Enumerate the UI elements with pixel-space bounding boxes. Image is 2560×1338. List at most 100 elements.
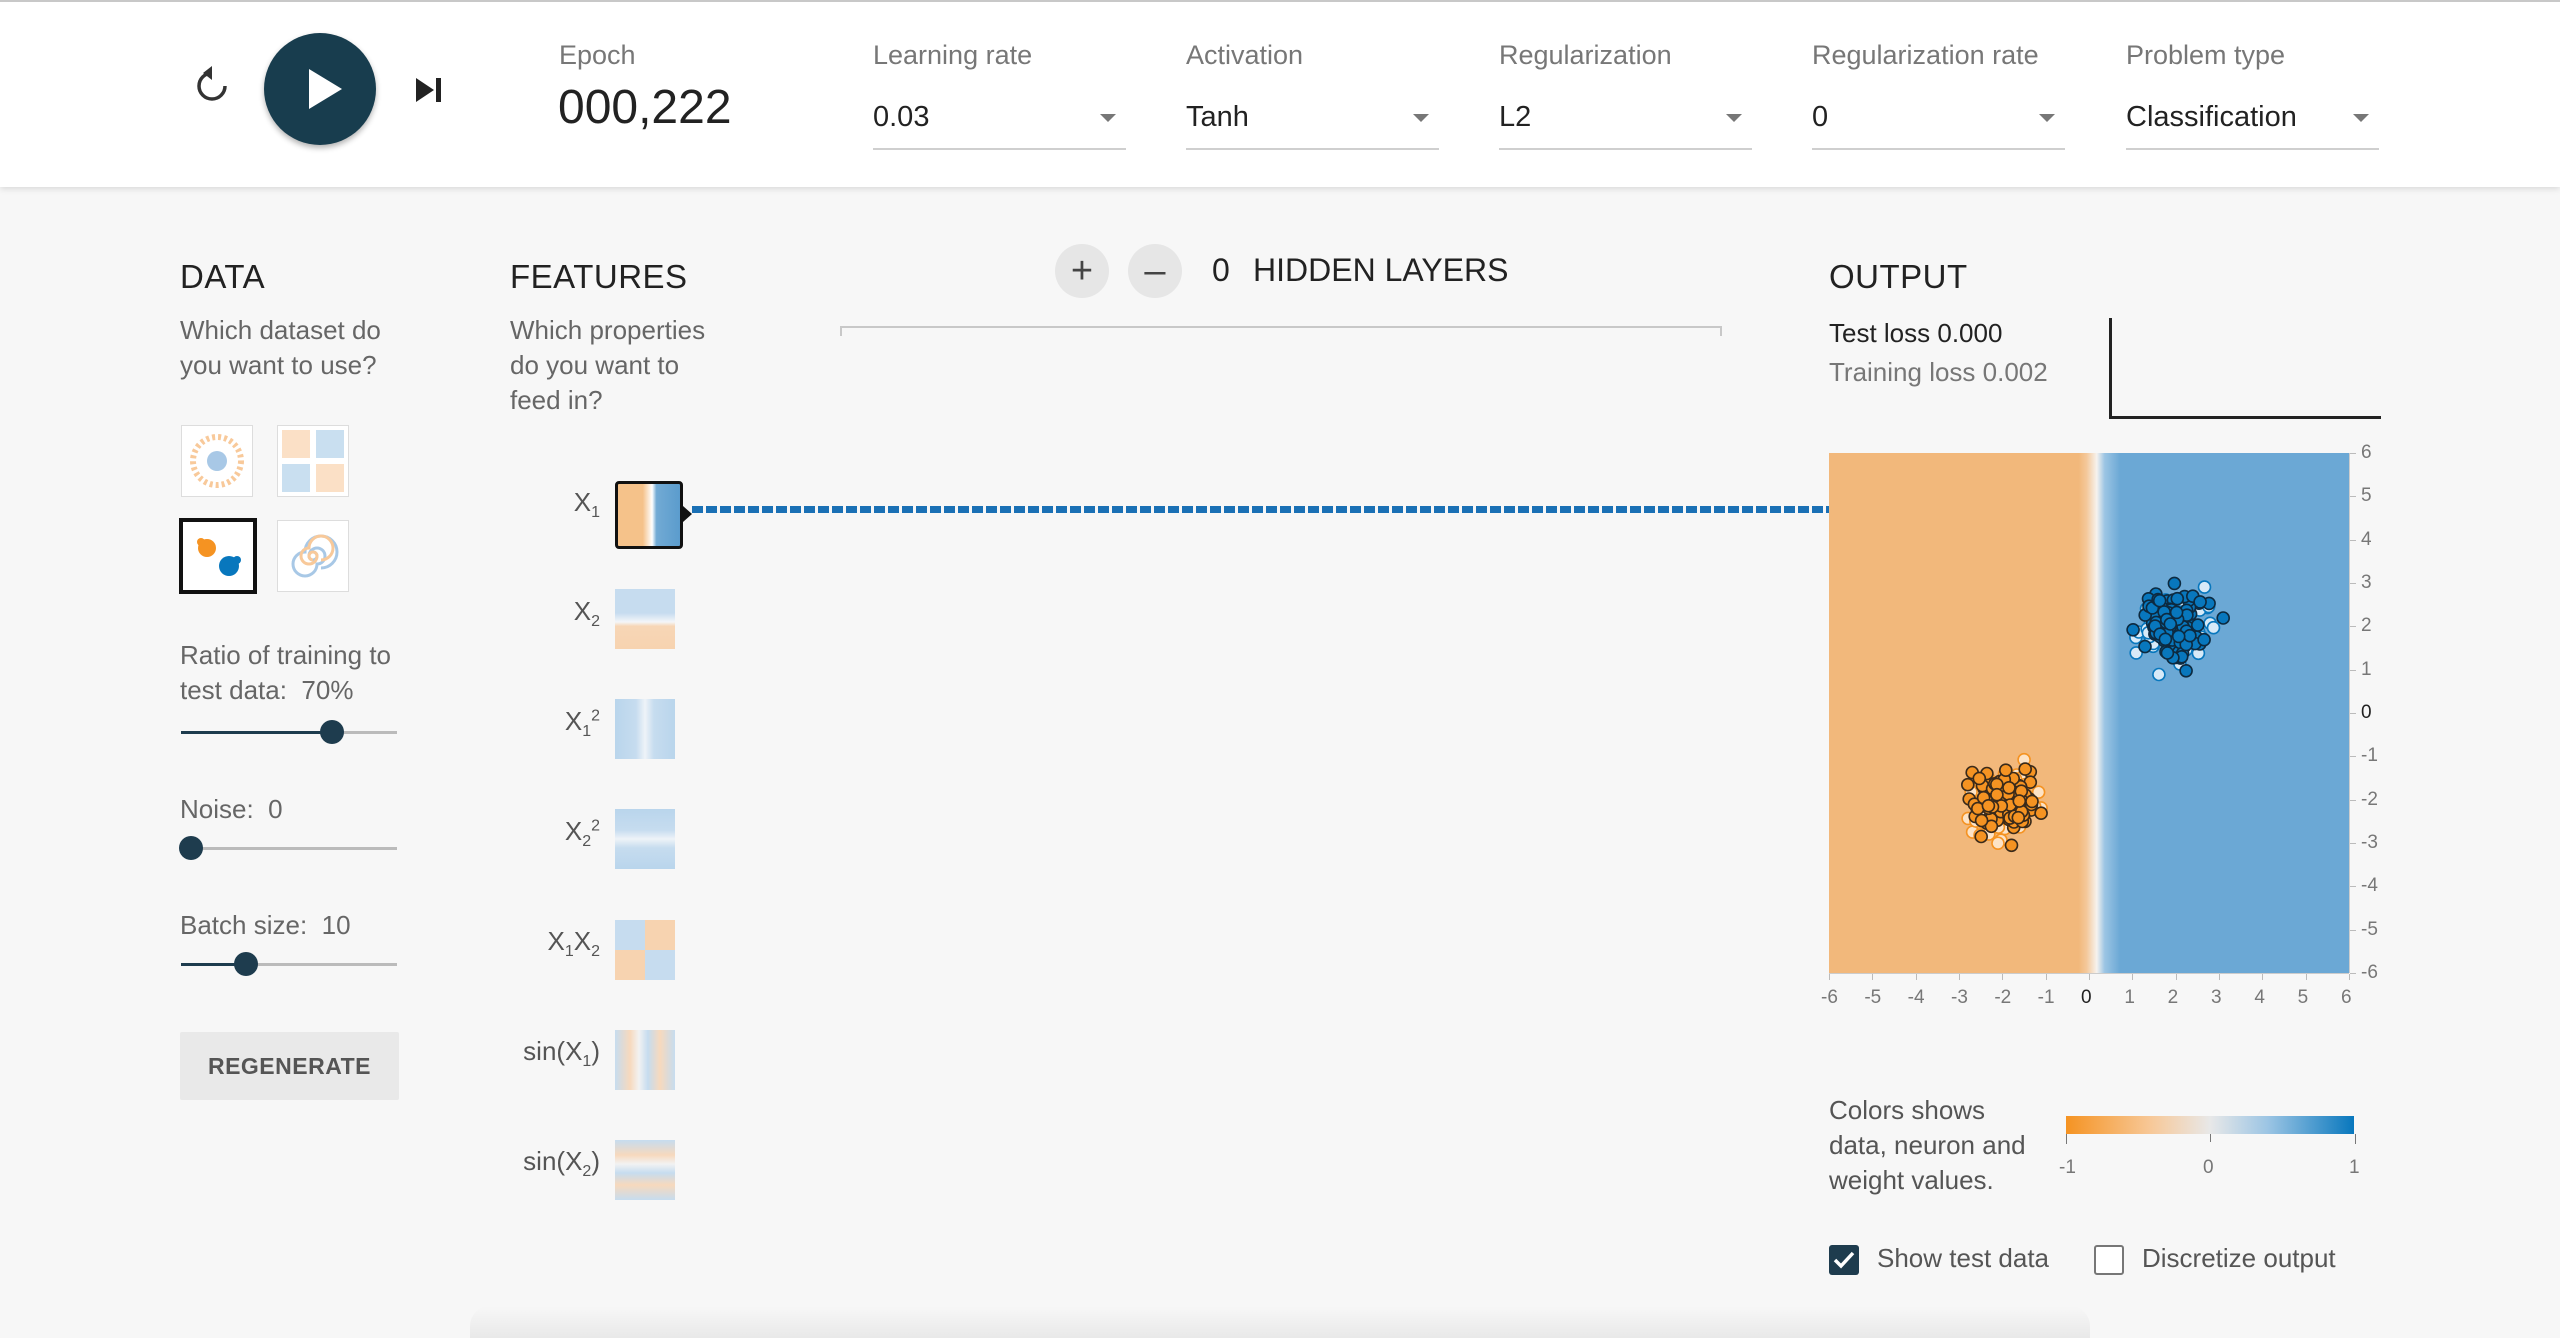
test-point-orange xyxy=(1991,836,2005,851)
test-point-blue xyxy=(2206,620,2221,635)
feature-x2-squared[interactable] xyxy=(615,809,675,869)
ratio-slider-fill xyxy=(181,731,333,734)
batch-slider-knob[interactable] xyxy=(233,952,258,976)
x-axis-tick-label: -6 xyxy=(1821,987,1838,1008)
checkmark-icon xyxy=(1833,1251,1855,1269)
y-axis-tick xyxy=(2350,669,2356,671)
batch-slider[interactable] xyxy=(181,952,397,976)
x-axis-tick-label: 5 xyxy=(2297,987,2309,1008)
y-axis-tick-label: 2 xyxy=(2361,615,2372,637)
feature-sin-x1[interactable] xyxy=(615,1030,675,1090)
train-point-orange xyxy=(2034,806,2048,821)
output-heatmap xyxy=(1829,453,2349,973)
train-point-blue xyxy=(2179,664,2193,678)
feature-x1[interactable] xyxy=(615,481,683,549)
play-icon xyxy=(309,69,342,109)
train-point-blue xyxy=(2158,632,2173,647)
x-axis-tick xyxy=(2089,974,2090,980)
dataset-spiral-icon xyxy=(291,534,339,578)
y-axis-tick-label: -5 xyxy=(2361,918,2378,940)
batch-value: 10 xyxy=(321,910,351,940)
learning-rate-label: Learning rate xyxy=(873,40,1033,70)
ratio-value: 70% xyxy=(301,675,354,705)
train-point-blue xyxy=(2138,639,2152,654)
color-scale-mid-tick xyxy=(2210,1134,2211,1142)
dataset-gaussian[interactable] xyxy=(179,518,257,594)
y-axis: 6 5 4 3 2 1 0 -1 -2 -3 -4 -5 -6 xyxy=(2349,442,2390,983)
ratio-slider-knob[interactable] xyxy=(320,720,345,744)
batch-text: Batch size: xyxy=(180,910,308,940)
x-axis-tick xyxy=(2002,974,2004,980)
y-axis-tick xyxy=(2350,496,2356,498)
y-axis-tick xyxy=(2350,713,2356,714)
dataset-xor-icon xyxy=(282,430,344,492)
train-point-orange xyxy=(2018,762,2032,776)
step-button[interactable] xyxy=(410,72,446,108)
noise-slider[interactable] xyxy=(179,836,397,860)
activation-select[interactable]: Tanh xyxy=(1186,92,1439,150)
regularization-select[interactable]: L2 xyxy=(1499,92,1752,150)
hidden-layer-count: 0 xyxy=(1212,252,1230,288)
y-axis-tick xyxy=(2350,539,2356,541)
test-loss: Test loss 0.000 xyxy=(1829,318,2003,348)
regularization-rate-select[interactable]: 0 xyxy=(1812,92,2065,150)
feature-label-sin-x1: sin(X1) xyxy=(523,1036,600,1071)
reset-button[interactable] xyxy=(190,64,234,108)
regenerate-button[interactable]: REGENERATE xyxy=(180,1032,399,1100)
x-axis-tick xyxy=(1915,974,1917,980)
play-button[interactable] xyxy=(264,33,376,145)
noise-value: 0 xyxy=(268,794,283,824)
dataset-spiral[interactable] xyxy=(277,520,349,592)
feature-x2[interactable] xyxy=(615,589,675,649)
feature-label-x2-squared: X22 xyxy=(564,816,600,851)
discretize-output-toggle[interactable]: Discretize output xyxy=(2094,1243,2354,1277)
x-axis-tick-label: 1 xyxy=(2124,987,2135,1008)
problem-type-label: Problem type xyxy=(2126,40,2286,70)
ratio-slider[interactable] xyxy=(181,720,397,744)
add-layer-button[interactable]: + xyxy=(1055,244,1109,298)
train-point-blue xyxy=(2171,629,2186,644)
x-axis-tick-label: 0 xyxy=(2081,987,2092,1008)
show-test-data-checkbox[interactable] xyxy=(1829,1245,1859,1275)
noise-text: Noise: xyxy=(180,794,254,824)
epoch-value: 000,222 xyxy=(558,81,732,134)
x-axis-tick-label: 3 xyxy=(2211,987,2222,1008)
train-point-blue xyxy=(2126,623,2140,637)
feature-label-x1x2: X1X2 xyxy=(547,926,601,961)
train-point-orange xyxy=(1961,777,1975,792)
y-axis-tick-label: -1 xyxy=(2361,745,2378,767)
dataset-xor[interactable] xyxy=(277,425,349,497)
noise-slider-track xyxy=(181,847,397,850)
batch-label: Batch size: 10 xyxy=(180,908,351,943)
dataset-circle-icon xyxy=(190,434,244,488)
y-axis-tick-label: 1 xyxy=(2361,658,2372,680)
remove-layer-button[interactable]: – xyxy=(1128,244,1182,298)
color-scale-bar xyxy=(2066,1116,2354,1134)
x-axis-tick xyxy=(2219,974,2220,980)
discretize-output-checkbox[interactable] xyxy=(2094,1245,2124,1275)
train-point-blue xyxy=(2197,632,2211,647)
problem-type-value: Classification xyxy=(2126,101,2297,133)
feature-sin-x2[interactable] xyxy=(615,1140,675,1200)
train-point-blue xyxy=(2169,605,2184,620)
x-axis-tick xyxy=(2132,974,2134,980)
train-point-orange xyxy=(1990,787,2004,802)
weight-link-x1-output[interactable] xyxy=(692,506,1830,513)
data-description: Which dataset do you want to use? xyxy=(180,315,381,380)
noise-slider-knob[interactable] xyxy=(179,836,203,860)
epoch-label: Epoch xyxy=(559,40,636,70)
problem-type-select[interactable]: Classification xyxy=(2126,92,2379,150)
feature-x1x2[interactable] xyxy=(615,920,675,980)
dataset-circle[interactable] xyxy=(181,425,253,497)
x-axis-tick xyxy=(2349,974,2350,980)
y-axis-tick-label: 0 xyxy=(2361,702,2372,723)
show-test-data-label: Show test data xyxy=(1877,1243,2049,1273)
x-axis-tick-label: -4 xyxy=(1907,987,1925,1008)
learning-rate-select[interactable]: 0.03 xyxy=(873,92,1126,150)
show-test-data-toggle[interactable]: Show test data xyxy=(1829,1243,2079,1277)
discretize-output-label: Discretize output xyxy=(2142,1243,2336,1273)
step-forward-icon xyxy=(416,78,441,102)
y-axis-tick xyxy=(2350,843,2356,844)
x-axis-tick xyxy=(2305,974,2307,980)
feature-x1-squared[interactable] xyxy=(615,699,675,759)
